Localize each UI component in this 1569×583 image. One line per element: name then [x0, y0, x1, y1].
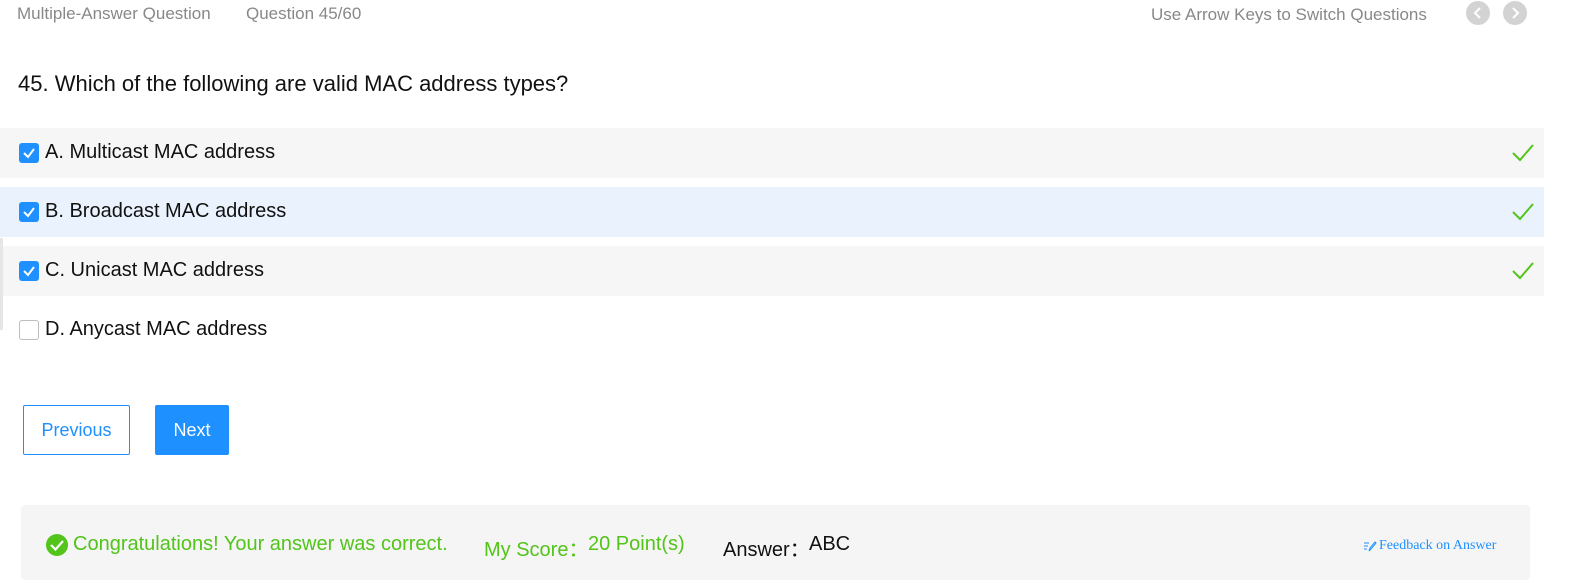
side-edge [0, 238, 3, 330]
correct-check-icon [1512, 203, 1534, 221]
option-b[interactable]: B. Broadcast MAC address [0, 187, 1544, 237]
question-type: Multiple-Answer Question [17, 4, 211, 23]
top-bar: Multiple-Answer Question Question 45/60 … [0, 0, 1569, 30]
option-c-label: C. Unicast MAC address [45, 259, 264, 281]
answer-label: Answer： [723, 539, 810, 561]
result-panel: Congratulations! Your answer was correct… [21, 505, 1530, 580]
option-c-checkbox[interactable] [19, 261, 39, 281]
result-message: Congratulations! Your answer was correct… [73, 533, 448, 555]
question-counter: Question 45/60 [246, 4, 362, 23]
option-a-checkbox[interactable] [19, 143, 39, 163]
option-b-checkbox[interactable] [19, 202, 39, 222]
check-icon [23, 207, 35, 218]
check-icon [23, 148, 35, 159]
keyboard-hint: Use Arrow Keys to Switch Questions [1151, 5, 1427, 24]
edit-icon [1364, 541, 1377, 552]
answer-value: ABC [809, 533, 851, 555]
option-d-checkbox[interactable] [19, 320, 39, 340]
chevron-right-icon [1512, 7, 1520, 19]
quiz-page: Multiple-Answer Question Question 45/60 … [0, 0, 1569, 583]
success-circle-icon [46, 534, 68, 556]
check-icon [23, 266, 35, 277]
feedback-label: Feedback on Answer [1379, 538, 1497, 553]
option-c[interactable]: C. Unicast MAC address [0, 246, 1544, 296]
previous-button[interactable]: Previous [23, 405, 130, 455]
question-text: 45. Which of the following are valid MAC… [18, 71, 569, 96]
option-a-label: A. Multicast MAC address [45, 141, 276, 163]
score-value: 20 Point(s) [588, 533, 685, 555]
score-label: My Score： [484, 539, 589, 561]
correct-check-icon [1512, 262, 1534, 280]
next-button[interactable]: Next [155, 405, 229, 455]
option-a[interactable]: A. Multicast MAC address [0, 128, 1544, 178]
previous-question-button[interactable] [1466, 1, 1490, 25]
feedback-link[interactable]: Feedback on Answer [1363, 538, 1496, 554]
option-b-label: B. Broadcast MAC address [45, 200, 287, 222]
option-d[interactable]: D. Anycast MAC address [0, 305, 1544, 355]
next-question-button[interactable] [1503, 1, 1527, 25]
chevron-left-icon [1473, 7, 1481, 19]
correct-check-icon [1512, 144, 1534, 162]
option-d-label: D. Anycast MAC address [45, 318, 268, 340]
